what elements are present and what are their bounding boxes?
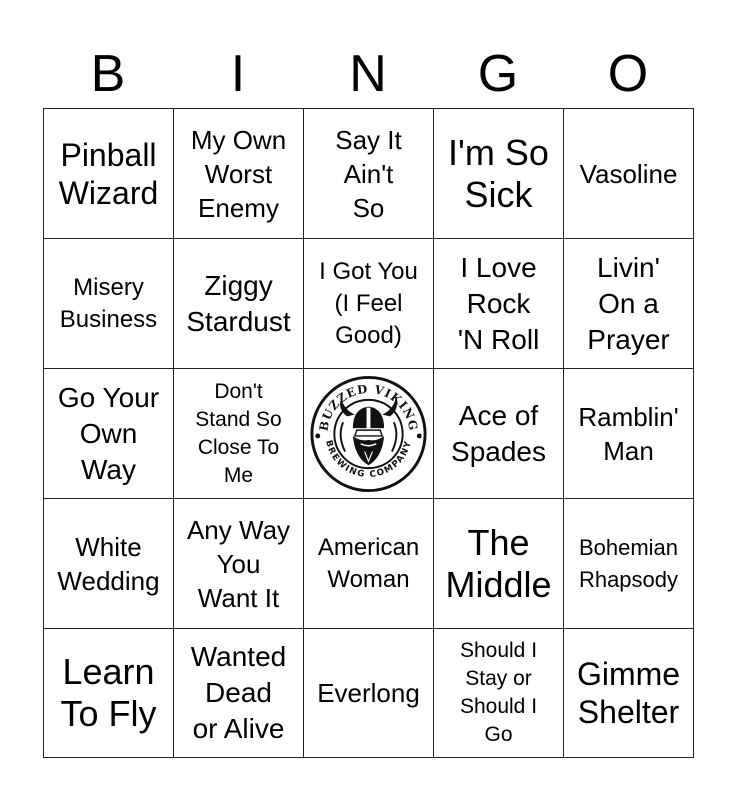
bingo-cell[interactable]: Go Your Own Way — [43, 368, 173, 498]
cell-label: Learn To Fly — [60, 651, 157, 734]
bingo-cell[interactable]: Vasoline — [563, 108, 693, 238]
cell-label: I'm So Sick — [448, 131, 549, 215]
logo-dot-left — [315, 433, 321, 438]
bingo-board: Pinball Wizard My Own Worst Enemy Say It A… — [43, 108, 694, 758]
bingo-cell[interactable]: Ramblin' Man — [563, 368, 693, 498]
cell-label: Wanted Dead or Alive — [190, 641, 287, 744]
bingo-cell[interactable]: The Middle — [433, 498, 563, 628]
cell-label: I Love Rock 'N Roll — [457, 251, 540, 355]
bingo-cell[interactable]: I Love Rock 'N Roll — [433, 238, 563, 368]
cell-label: Bohemian Rhapsody — [578, 534, 679, 592]
bingo-cell[interactable]: Say It Ain't So — [303, 108, 433, 238]
cell-label: Livin' On a Prayer — [587, 251, 670, 355]
cell-label: Any Way You Want It — [186, 514, 291, 613]
header-letter-n: N — [349, 45, 387, 103]
bingo-cell[interactable]: Pinball Wizard — [43, 108, 173, 238]
bingo-cell[interactable]: I'm So Sick — [433, 108, 563, 238]
bingo-cell[interactable]: Ziggy Stardust — [173, 238, 303, 368]
brewery-logo: BUZZED VIKING BREWING COMPANY — [310, 375, 427, 492]
cell-label: Say It Ain't So — [335, 124, 402, 223]
header-letter-i: I — [230, 45, 246, 103]
header-letter-b: B — [90, 45, 126, 103]
cell-label: Ace of Spades — [451, 399, 546, 467]
bingo-cell[interactable]: Bohemian Rhapsody — [563, 498, 693, 628]
bingo-cell[interactable]: I Got You (I Feel Good) — [303, 238, 433, 368]
cell-label: Everlong — [317, 678, 420, 708]
cell-label: Ramblin' Man — [578, 401, 679, 466]
free-space-cell[interactable]: BUZZED VIKING BREWING COMPANY — [303, 368, 433, 498]
header-letter-o: O — [607, 45, 649, 103]
bingo-cell[interactable]: Any Way You Want It — [173, 498, 303, 628]
bingo-cell[interactable]: Livin' On a Prayer — [563, 238, 693, 368]
bingo-cell[interactable]: Learn To Fly — [43, 628, 173, 757]
cell-label: Don't Stand So Close To Me — [195, 379, 282, 487]
logo-dot-right — [416, 433, 422, 438]
bingo-cell[interactable]: Wanted Dead or Alive — [173, 628, 303, 757]
bingo-cell[interactable]: Everlong — [303, 628, 433, 757]
bingo-cell[interactable]: Don't Stand So Close To Me — [173, 368, 303, 498]
cell-label: White Wedding — [57, 531, 160, 596]
bingo-cell[interactable]: American Woman — [303, 498, 433, 628]
cell-label: Gimme Shelter — [576, 656, 681, 730]
bingo-cell[interactable]: Should I Stay or Should I Go — [433, 628, 563, 757]
cell-label: My Own Worst Enemy — [190, 124, 287, 223]
cell-label: Go Your Own Way — [57, 381, 160, 485]
cell-label: American Woman — [317, 533, 420, 593]
cell-label: I Got You (I Feel Good) — [319, 257, 418, 349]
bingo-cell[interactable]: Ace of Spades — [433, 368, 563, 498]
cell-label: Pinball Wizard — [58, 136, 159, 211]
header-letter-g: G — [477, 45, 519, 103]
cell-label: Should I Stay or Should I Go — [459, 639, 538, 746]
bingo-cell[interactable]: Gimme Shelter — [563, 628, 693, 757]
bingo-header: B I N G O — [43, 40, 693, 108]
bingo-cell[interactable]: White Wedding — [43, 498, 173, 628]
cell-label: The Middle — [445, 521, 552, 605]
cell-label: Ziggy Stardust — [186, 269, 291, 337]
bingo-cell[interactable]: My Own Worst Enemy — [173, 108, 303, 238]
bingo-cell[interactable]: Misery Business — [43, 238, 173, 368]
cell-label: Misery Business — [59, 273, 158, 333]
cell-label: Vasoline — [579, 158, 678, 189]
